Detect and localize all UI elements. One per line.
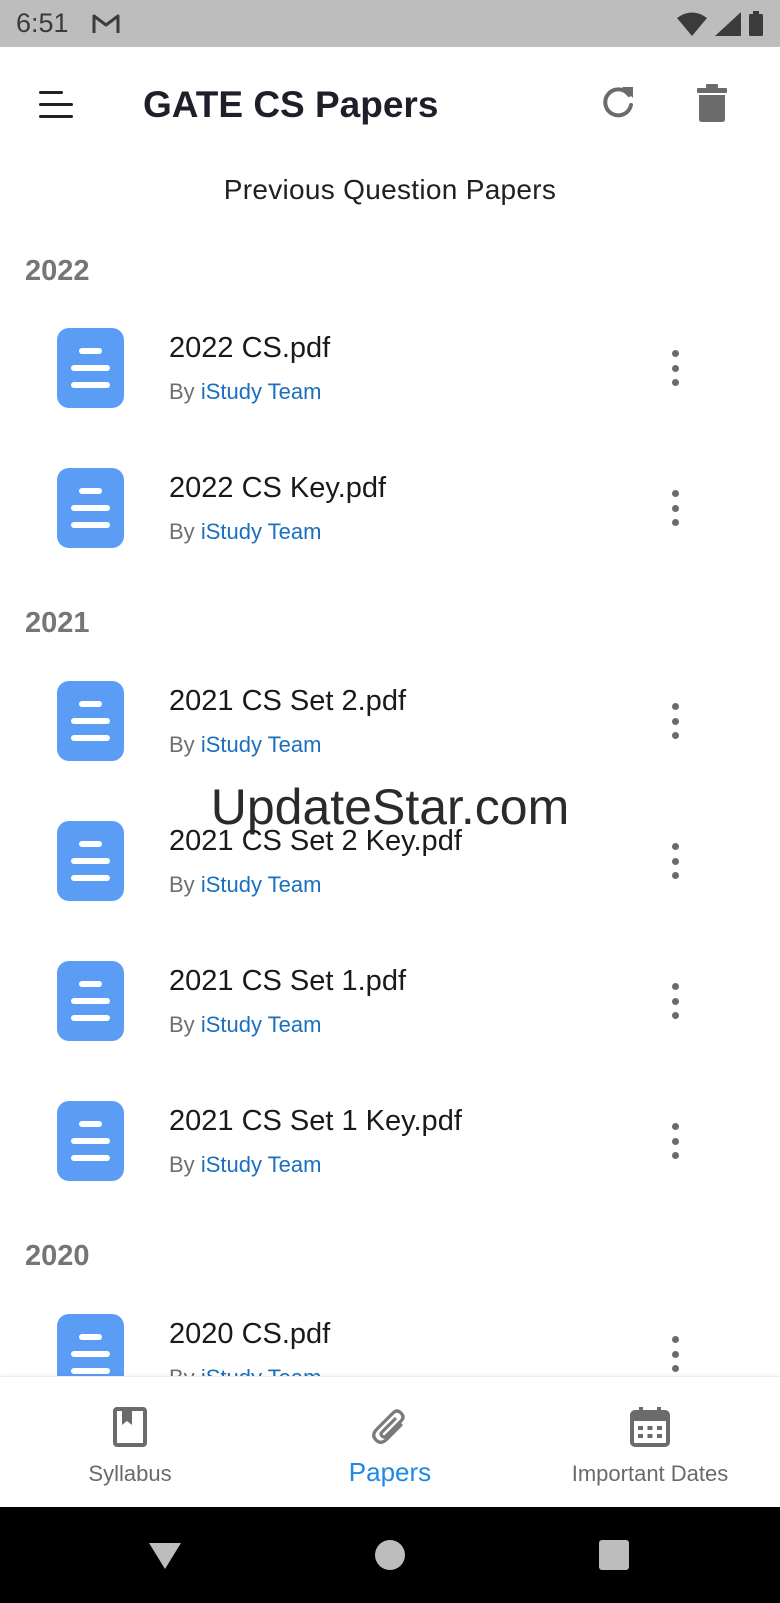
- delete-button[interactable]: [686, 77, 738, 129]
- app-screen: 6:51 GATE CS Papers Previous Question Pa…: [0, 0, 780, 1603]
- book-icon: [113, 1407, 147, 1447]
- author-link[interactable]: iStudy Team: [201, 872, 322, 897]
- file-name: 2021 CS Set 2.pdf: [169, 685, 406, 717]
- file-name: 2022 CS.pdf: [169, 332, 331, 364]
- calendar-icon: [630, 1407, 670, 1447]
- file-item[interactable]: 2021 CS Set 1 Key.pdf By iStudy Team: [0, 1101, 780, 1231]
- nav-item-important-dates[interactable]: Important Dates: [520, 1377, 780, 1508]
- menu-button[interactable]: [30, 81, 82, 129]
- document-icon: [57, 681, 124, 761]
- file-author-line: By iStudy Team: [169, 872, 322, 897]
- file-name: 2021 CS Set 2 Key.pdf: [169, 825, 462, 857]
- section-subtitle: Previous Question Papers: [223, 174, 557, 205]
- home-icon[interactable]: [370, 1535, 410, 1575]
- more-options-button[interactable]: [660, 839, 690, 883]
- document-icon: [57, 1101, 124, 1181]
- app-bar: GATE CS Papers: [0, 47, 780, 163]
- file-author-line: By iStudy Team: [169, 732, 322, 757]
- file-item[interactable]: 2022 CS.pdf By iStudy Team: [0, 328, 780, 458]
- file-item[interactable]: 2021 CS Set 1.pdf By iStudy Team: [0, 961, 780, 1091]
- document-icon: [57, 961, 124, 1041]
- battery-icon: [749, 10, 763, 36]
- file-author-line: By iStudy Team: [169, 1152, 322, 1177]
- author-link[interactable]: iStudy Team: [201, 1152, 322, 1177]
- trash-icon: [697, 84, 727, 122]
- gmail-icon: [92, 14, 120, 33]
- file-author-line: By iStudy Team: [169, 1012, 322, 1037]
- refresh-button[interactable]: [592, 77, 644, 129]
- file-item[interactable]: 2022 CS Key.pdf By iStudy Team: [0, 468, 780, 598]
- year-header-2020: 2020: [25, 1240, 90, 1272]
- file-item[interactable]: 2021 CS Set 2 Key.pdf By iStudy Team: [0, 821, 780, 951]
- more-options-button[interactable]: [660, 979, 690, 1023]
- document-icon: [57, 821, 124, 901]
- author-link[interactable]: iStudy Team: [201, 732, 322, 757]
- nav-label: Syllabus: [88, 1461, 172, 1486]
- author-link[interactable]: iStudy Team: [201, 1012, 322, 1037]
- year-header-2021: 2021: [25, 607, 90, 639]
- file-name: 2020 CS.pdf: [169, 1318, 331, 1350]
- more-options-button[interactable]: [660, 486, 690, 530]
- year-header-2022: 2022: [25, 255, 90, 287]
- author-link[interactable]: iStudy Team: [201, 379, 322, 404]
- system-navigation-bar: [0, 1507, 780, 1603]
- status-time: 6:51: [16, 8, 69, 38]
- nav-label: Important Dates: [571, 1461, 729, 1486]
- file-name: 2021 CS Set 1 Key.pdf: [169, 1105, 462, 1137]
- paperclip-icon: [372, 1409, 405, 1444]
- status-bar: 6:51: [0, 0, 780, 47]
- document-icon: [57, 328, 124, 408]
- menu-icon: [39, 91, 73, 118]
- nav-label: Papers: [348, 1457, 432, 1487]
- wifi-icon: [677, 12, 707, 36]
- file-author-line: By iStudy Team: [169, 379, 322, 404]
- back-icon[interactable]: [145, 1535, 185, 1575]
- file-name: 2022 CS Key.pdf: [169, 472, 387, 504]
- document-icon: [57, 468, 124, 548]
- page-title: GATE CS Papers: [143, 84, 439, 125]
- nav-item-syllabus[interactable]: Syllabus: [0, 1377, 260, 1508]
- bottom-navigation: Syllabus Papers Important Dates: [0, 1376, 780, 1507]
- more-options-button[interactable]: [660, 1332, 690, 1376]
- more-options-button[interactable]: [660, 346, 690, 390]
- file-item[interactable]: 2021 CS Set 2.pdf By iStudy Team: [0, 681, 780, 811]
- signal-icon: [715, 11, 741, 36]
- recents-icon[interactable]: [594, 1535, 634, 1575]
- file-author-line: By iStudy Team: [169, 519, 322, 544]
- status-icons: [676, 10, 764, 37]
- nav-item-papers[interactable]: Papers: [260, 1377, 520, 1508]
- file-name: 2021 CS Set 1.pdf: [169, 965, 406, 997]
- author-link[interactable]: iStudy Team: [201, 519, 322, 544]
- refresh-icon: [603, 87, 633, 118]
- more-options-button[interactable]: [660, 1119, 690, 1163]
- more-options-button[interactable]: [660, 699, 690, 743]
